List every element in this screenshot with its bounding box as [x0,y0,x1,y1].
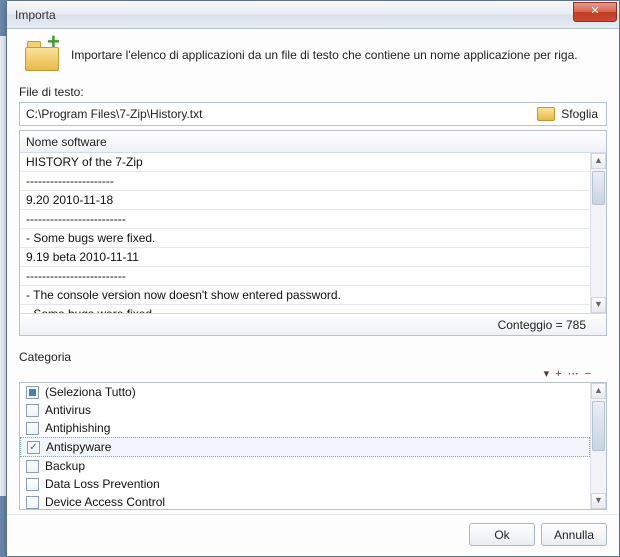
grid-scrollbar[interactable]: ▲ ▼ [590,153,606,313]
grid-row[interactable]: - Some bugs were fixed. [20,229,590,248]
ok-button[interactable]: Ok [469,523,535,546]
category-toolbar: ▾ + ⋯ − [19,367,607,382]
intro-text: Importare l'elenco di applicazioni da un… [71,48,607,62]
intro-row: + Importare l'elenco di applicazioni da … [19,39,607,79]
grid-row[interactable]: 9.20 2010-11-18 [20,191,590,210]
grid-row[interactable]: ------------------------- [20,267,590,286]
scroll-down-button[interactable]: ▼ [591,493,606,509]
checkbox[interactable] [26,422,39,435]
grid-row[interactable]: - Some bugs were fixed. [20,305,590,313]
folder-icon[interactable] [537,107,555,121]
count-bar: Conteggio = 785 [20,313,606,335]
category-item-label: (Seleziona Tutto) [45,385,136,399]
category-item-label: Antispyware [46,440,111,454]
category-remove-icon[interactable]: − [585,368,591,380]
scroll-track[interactable] [591,169,606,297]
scroll-track[interactable] [591,399,606,493]
grid-body[interactable]: HISTORY of the 7-Zip -------------------… [20,153,606,313]
scroll-thumb[interactable] [592,171,605,205]
category-item[interactable]: Backup [20,457,590,475]
grid-header[interactable]: Nome software [20,131,606,153]
category-item[interactable]: Antiphishing [20,419,590,437]
close-button[interactable]: ✕ [573,2,617,22]
checkbox[interactable] [26,478,39,491]
scroll-thumb[interactable] [592,401,605,451]
category-scrollbar[interactable]: ▲ ▼ [590,383,606,509]
category-add-icon[interactable]: + [555,368,561,380]
grid-row[interactable]: ------------------------- [20,210,590,229]
category-item-label: Data Loss Prevention [45,477,160,491]
category-item[interactable]: Device Access Control [20,493,590,511]
grid-row[interactable]: - The console version now doesn't show e… [20,286,590,305]
browse-button[interactable]: Sfoglia [559,107,606,121]
dialog-footer: Ok Annulla [7,514,619,556]
import-dialog: Importa ✕ + Importare l'elenco di applic… [6,0,620,557]
category-dropdown-icon[interactable]: ▾ [544,367,550,380]
grid-row[interactable]: 9.19 beta 2010-11-11 [20,248,590,267]
grid-row[interactable]: ---------------------- [20,172,590,191]
scroll-up-button[interactable]: ▲ [591,153,606,169]
titlebar[interactable]: Importa ✕ [7,1,619,29]
category-item[interactable]: Antivirus [20,401,590,419]
category-item-label: Device Access Control [45,495,165,509]
scroll-down-button[interactable]: ▼ [591,297,606,313]
category-label: Categoria [19,350,607,364]
file-content-grid: Nome software HISTORY of the 7-Zip -----… [19,130,607,336]
file-path-input[interactable] [20,107,537,121]
category-more-icon[interactable]: ⋯ [568,367,579,380]
checkbox[interactable] [26,386,39,399]
checkbox[interactable] [26,496,39,509]
scroll-up-button[interactable]: ▲ [591,383,606,399]
category-item-label: Backup [45,459,85,473]
checkbox[interactable]: ✓ [27,441,40,454]
category-item-label: Antivirus [45,403,91,417]
checkbox[interactable] [26,460,39,473]
category-item[interactable]: (Seleziona Tutto) [20,383,590,401]
file-path-row: Sfoglia [19,102,607,126]
file-label: File di testo: [19,85,607,99]
window-title: Importa [15,8,573,22]
import-folder-icon: + [25,39,61,71]
category-item-label: Antiphishing [45,421,110,435]
cancel-button[interactable]: Annulla [541,523,607,546]
grid-row[interactable]: HISTORY of the 7-Zip [20,153,590,172]
checkbox[interactable] [26,404,39,417]
category-item[interactable]: Data Loss Prevention [20,475,590,493]
category-item[interactable]: ✓ Antispyware [20,437,590,457]
category-list[interactable]: (Seleziona Tutto) Antivirus Antiphishing ✓ A… [19,382,607,510]
